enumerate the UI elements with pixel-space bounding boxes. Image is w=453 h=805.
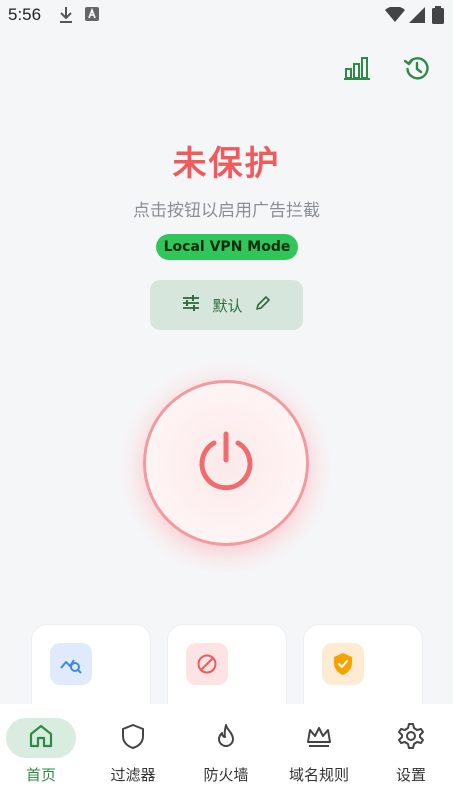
stats-button[interactable]	[340, 53, 374, 87]
app-notification-icon	[84, 6, 100, 26]
query-stats-icon	[50, 643, 92, 685]
protection-status-title: 未保护	[172, 144, 281, 184]
status-bar: 5:56	[0, 0, 453, 32]
nav-item-home[interactable]: 首页	[0, 704, 90, 805]
nav-label: 首页	[25, 766, 56, 784]
tune-icon	[182, 295, 200, 315]
power-icon	[195, 430, 257, 496]
nav-item-domain-rules[interactable]: 域名规则	[274, 704, 364, 805]
shield-check-icon	[322, 643, 364, 685]
nav-item-settings[interactable]: 设置	[366, 704, 453, 805]
crown-icon	[274, 722, 364, 754]
block-icon	[186, 643, 228, 685]
protection-hint: 点击按钮以启用广告拦截	[133, 201, 320, 221]
profile-button[interactable]: 默认	[150, 280, 303, 330]
profile-label: 默认	[212, 296, 243, 315]
download-icon	[58, 6, 74, 28]
battery-icon	[432, 6, 444, 28]
nav-label: 设置	[395, 766, 426, 784]
shield-icon	[88, 722, 178, 754]
home-icon	[0, 722, 82, 754]
nav-label: 防火墙	[203, 766, 249, 784]
nav-item-firewall[interactable]: 防火墙	[181, 704, 271, 805]
nav-label: 域名规则	[288, 766, 349, 784]
bar-chart-icon	[344, 56, 370, 84]
nav-label: 过滤器	[110, 766, 156, 784]
power-button[interactable]	[143, 380, 309, 546]
bottom-navigation: 首页 过滤器 防火墙 域名规则 设置	[0, 704, 453, 805]
edit-icon	[255, 295, 271, 315]
status-time: 5:56	[8, 5, 42, 24]
history-button[interactable]	[400, 53, 434, 87]
gear-icon	[366, 722, 453, 754]
signal-icon	[409, 7, 425, 27]
history-icon	[403, 55, 430, 85]
wifi-icon	[385, 6, 405, 27]
mode-badge: Local VPN Mode	[156, 234, 298, 260]
flame-icon	[181, 722, 271, 754]
nav-item-filters[interactable]: 过滤器	[88, 704, 178, 805]
